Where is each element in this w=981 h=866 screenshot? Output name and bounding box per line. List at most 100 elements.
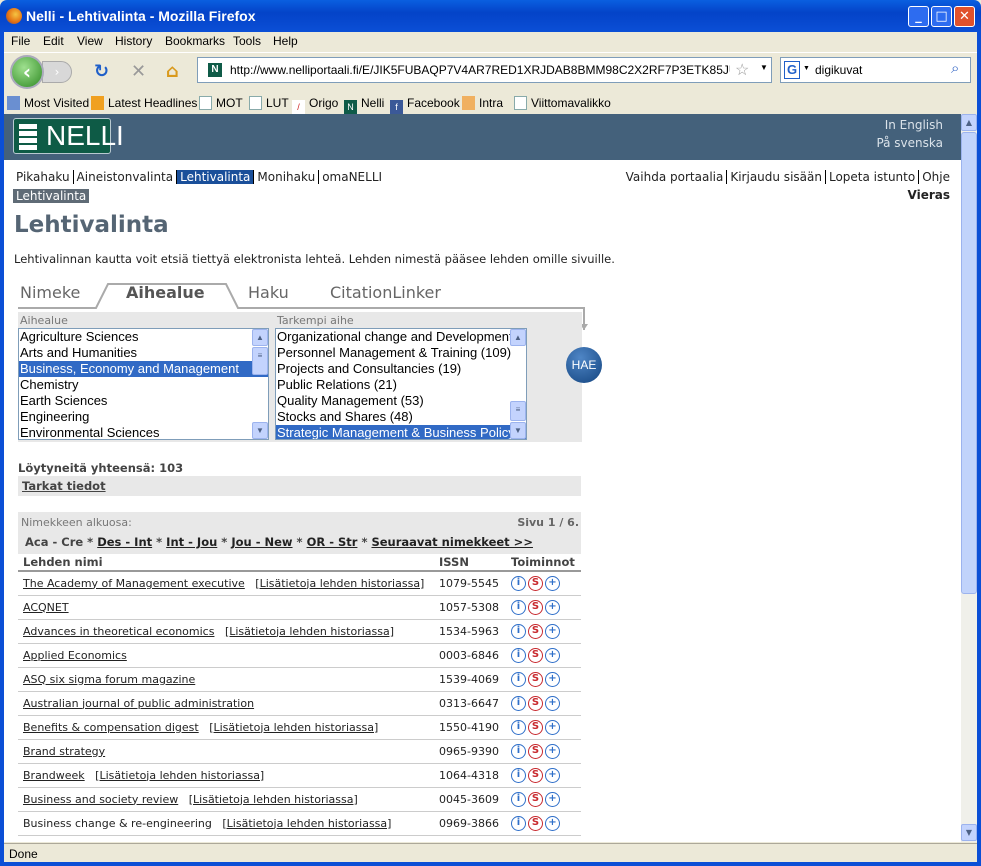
subtopic-option[interactable]: Public Relations (21) bbox=[276, 377, 526, 393]
sfx-icon[interactable]: S bbox=[528, 647, 543, 663]
menu-file[interactable]: File bbox=[11, 34, 30, 48]
journal-title-link[interactable]: Business change & re-engineering bbox=[23, 817, 212, 830]
engine-dropdown-icon[interactable]: ▼ bbox=[803, 65, 810, 72]
area-listbox[interactable]: Agriculture Sciences Arts and Humanities… bbox=[18, 328, 269, 440]
bookmark-origo[interactable]: / Origo bbox=[292, 96, 338, 114]
info-icon[interactable]: i bbox=[511, 599, 526, 615]
subtopic-option[interactable]: Stocks and Shares (48) bbox=[276, 409, 526, 425]
forward-button[interactable]: › bbox=[42, 61, 72, 83]
add-icon[interactable]: + bbox=[545, 671, 560, 687]
sfx-icon[interactable]: S bbox=[528, 791, 543, 807]
info-icon[interactable]: i bbox=[511, 623, 526, 639]
area-option[interactable]: Chemistry bbox=[19, 377, 268, 393]
journal-title-link[interactable]: Australian journal of public administrat… bbox=[23, 697, 254, 710]
history-link[interactable]: [Lisätietoja lehden historiassa] bbox=[189, 793, 358, 806]
lang-swedish-link[interactable]: På svenska bbox=[876, 136, 943, 150]
bookmark-lut[interactable]: LUT bbox=[249, 96, 289, 110]
close-button[interactable]: ✕ bbox=[954, 6, 975, 27]
range-link[interactable]: Jou - New bbox=[231, 535, 292, 549]
hae-search-button[interactable]: HAE bbox=[566, 347, 602, 383]
history-link[interactable]: [Lisätietoja lehden historiassa] bbox=[225, 625, 394, 638]
info-icon[interactable]: i bbox=[511, 647, 526, 663]
area-option[interactable]: Engineering bbox=[19, 409, 268, 425]
tab-nimeke[interactable]: Nimeke bbox=[20, 283, 80, 302]
back-button[interactable]: ‹ bbox=[10, 55, 44, 89]
subtopic-option[interactable]: Projects and Consultancies (19) bbox=[276, 361, 526, 377]
nav-aineistonvalinta[interactable]: Aineistonvalinta bbox=[72, 170, 177, 184]
sfx-icon[interactable]: S bbox=[528, 599, 543, 615]
journal-title-link[interactable]: Business and society review bbox=[23, 793, 178, 806]
bookmark-mot[interactable]: MOT bbox=[199, 96, 243, 110]
add-icon[interactable]: + bbox=[545, 791, 560, 807]
search-input[interactable]: digikuvat bbox=[815, 63, 862, 77]
info-icon[interactable]: i bbox=[511, 575, 526, 591]
menu-bookmarks[interactable]: Bookmarks bbox=[165, 34, 225, 48]
change-portal-link[interactable]: Vaihda portaalia bbox=[623, 170, 727, 184]
home-icon[interactable]: ⌂ bbox=[166, 61, 179, 82]
subtopic-option[interactable]: Quality Management (53) bbox=[276, 393, 526, 409]
stop-icon[interactable]: ✕ bbox=[131, 61, 146, 82]
bookmark-most-visited[interactable]: Most Visited bbox=[7, 96, 89, 110]
reload-icon[interactable]: ↻ bbox=[94, 61, 109, 82]
add-icon[interactable]: + bbox=[545, 623, 560, 639]
login-link[interactable]: Kirjaudu sisään bbox=[726, 170, 825, 184]
sfx-icon[interactable]: S bbox=[528, 623, 543, 639]
sfx-icon[interactable]: S bbox=[528, 719, 543, 735]
tab-citationlinker[interactable]: CitationLinker bbox=[330, 283, 441, 302]
sfx-icon[interactable]: S bbox=[528, 815, 543, 831]
subtopic-scrollbar[interactable]: ▲ ≡ ▼ bbox=[510, 329, 526, 439]
url-dropdown-icon[interactable]: ▼ bbox=[760, 63, 768, 72]
sfx-icon[interactable]: S bbox=[528, 671, 543, 687]
subtopic-option[interactable]: Organizational change and Development bbox=[276, 329, 526, 345]
menu-tools[interactable]: Tools bbox=[233, 34, 261, 48]
area-option[interactable]: Earth Sciences bbox=[19, 393, 268, 409]
area-option-selected[interactable]: Business, Economy and Management bbox=[19, 361, 268, 377]
sfx-icon[interactable]: S bbox=[528, 767, 543, 783]
bookmark-star-icon[interactable]: ☆ bbox=[735, 60, 749, 80]
range-link[interactable]: OR - Str bbox=[307, 535, 358, 549]
menu-view[interactable]: View bbox=[77, 34, 103, 48]
area-scrollbar[interactable]: ▲ ≡ ▼ bbox=[252, 329, 268, 439]
journal-title-link[interactable]: The Academy of Management executive bbox=[23, 577, 245, 590]
subtopic-option[interactable]: Personnel Management & Training (109) bbox=[276, 345, 526, 361]
info-icon[interactable]: i bbox=[511, 719, 526, 735]
nav-lehtivalinta[interactable]: Lehtivalinta bbox=[176, 170, 254, 184]
add-icon[interactable]: + bbox=[545, 695, 560, 711]
add-icon[interactable]: + bbox=[545, 815, 560, 831]
tab-aihealue[interactable]: Aihealue bbox=[126, 283, 205, 302]
scroll-up-button[interactable]: ▲ bbox=[961, 114, 977, 131]
info-icon[interactable]: i bbox=[511, 695, 526, 711]
history-link[interactable]: [Lisätietoja lehden historiassa] bbox=[255, 577, 424, 590]
help-link[interactable]: Ohje bbox=[918, 170, 953, 184]
area-option[interactable]: Agriculture Sciences bbox=[19, 329, 268, 345]
subtopic-listbox[interactable]: Organizational change and Development Pe… bbox=[275, 328, 527, 440]
subtopic-option-selected[interactable]: Strategic Management & Business Policy bbox=[276, 425, 526, 439]
area-option[interactable]: Environmental Sciences bbox=[19, 425, 268, 439]
add-icon[interactable]: + bbox=[545, 743, 560, 759]
journal-title-link[interactable]: ASQ six sigma forum magazine bbox=[23, 673, 195, 686]
scroll-down-button[interactable]: ▼ bbox=[961, 824, 977, 841]
page-scrollbar[interactable]: ▲ ▼ bbox=[961, 114, 977, 842]
minimize-button[interactable]: _ bbox=[908, 6, 929, 27]
journal-title-link[interactable]: Benefits & compensation digest bbox=[23, 721, 199, 734]
info-icon[interactable]: i bbox=[511, 767, 526, 783]
add-icon[interactable]: + bbox=[545, 647, 560, 663]
logout-link[interactable]: Lopeta istunto bbox=[824, 170, 919, 184]
next-titles-link[interactable]: Seuraavat nimekkeet >> bbox=[371, 535, 533, 549]
history-link[interactable]: [Lisätietoja lehden historiassa] bbox=[209, 721, 378, 734]
history-link[interactable]: [Lisätietoja lehden historiassa] bbox=[95, 769, 264, 782]
bookmark-latest-headlines[interactable]: Latest Headlines bbox=[91, 96, 197, 110]
bookmark-facebook[interactable]: f Facebook bbox=[390, 96, 460, 114]
google-icon[interactable]: G bbox=[784, 61, 800, 79]
url-bar[interactable]: N http://www.nelliportaali.fi/E/JIK5FUBA… bbox=[197, 57, 772, 83]
details-link[interactable]: Tarkat tiedot bbox=[22, 479, 106, 493]
sfx-icon[interactable]: S bbox=[528, 695, 543, 711]
journal-title-link[interactable]: Brand strategy bbox=[23, 745, 105, 758]
nav-pikahaku[interactable]: Pikahaku bbox=[13, 170, 73, 184]
bookmark-intra[interactable]: Intra bbox=[462, 96, 503, 110]
scroll-thumb[interactable] bbox=[961, 132, 977, 594]
nelli-logo[interactable]: NELLI bbox=[13, 118, 124, 154]
sfx-icon[interactable]: S bbox=[528, 743, 543, 759]
info-icon[interactable]: i bbox=[511, 815, 526, 831]
journal-title-link[interactable]: ACQNET bbox=[23, 601, 69, 614]
